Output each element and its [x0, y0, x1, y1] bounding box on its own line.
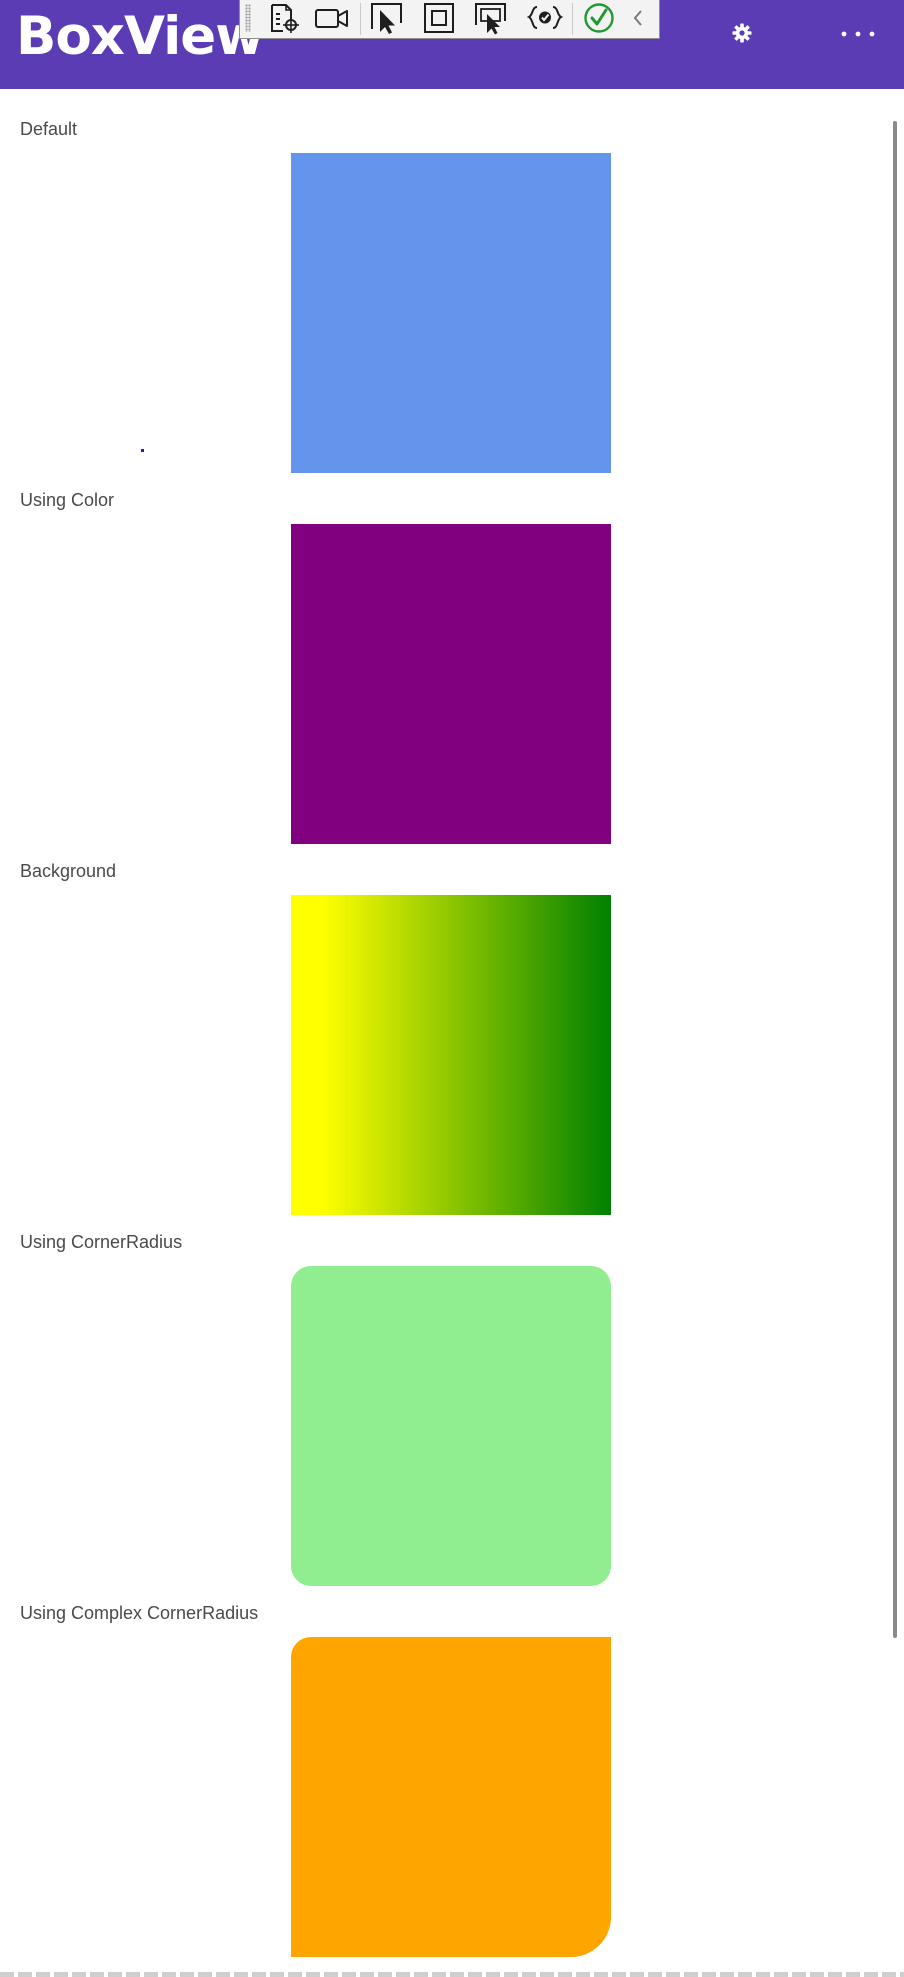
stray-pixel: [141, 449, 144, 452]
boxview-default: [291, 153, 611, 473]
section-label-background: Background: [20, 861, 117, 881]
track-focused-element-icon[interactable]: [473, 1, 511, 35]
section-label-using-complex-cornerradius: Using Complex CornerRadius: [20, 1603, 259, 1623]
section-label-default: Default: [20, 119, 78, 139]
scroll-content[interactable]: Default Using Color Background Using Cor…: [0, 89, 896, 1977]
select-element-icon[interactable]: [368, 1, 406, 35]
boxview-background-gradient: [291, 895, 611, 1215]
gear-icon[interactable]: [731, 22, 753, 44]
toolbar-separator: [360, 3, 361, 35]
section-label-using-color: Using Color: [20, 490, 115, 510]
collapse-toolbar-icon[interactable]: [625, 1, 663, 35]
boxview-using-cornerradius: [291, 1266, 611, 1586]
more-options-icon[interactable]: [838, 20, 880, 48]
hot-reload-status-icon[interactable]: [580, 1, 618, 35]
display-layout-adorners-icon[interactable]: [421, 1, 459, 35]
vertical-scrollbar[interactable]: [893, 121, 897, 1638]
page-title: BoxView: [16, 6, 264, 67]
boxview-using-complex-cornerradius: [291, 1637, 611, 1957]
record-video-icon[interactable]: [313, 1, 351, 35]
binding-failures-icon[interactable]: [526, 1, 564, 35]
app-window: BoxView Default Using Color Background U…: [0, 0, 904, 1977]
title-bar: BoxView: [0, 0, 904, 89]
toolbar-separator: [572, 3, 573, 35]
section-label-using-cornerradius: Using CornerRadius: [20, 1232, 183, 1252]
xaml-debug-toolbar: [239, 0, 660, 39]
toolbar-grip-icon[interactable]: [245, 4, 251, 32]
live-visual-tree-icon[interactable]: [266, 1, 304, 35]
bottom-edge: [0, 1972, 904, 1977]
boxview-using-color: [291, 524, 611, 844]
